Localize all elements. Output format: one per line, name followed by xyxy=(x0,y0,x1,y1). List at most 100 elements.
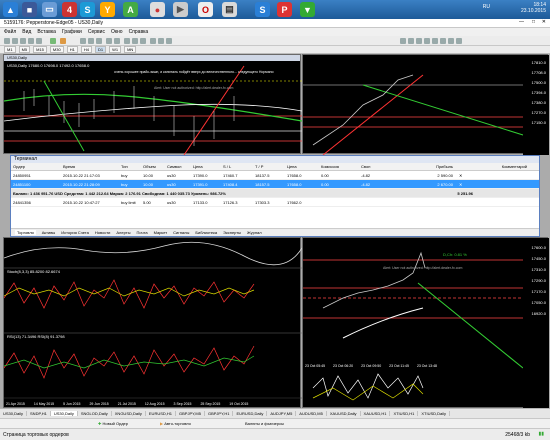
periods-icon[interactable] xyxy=(158,38,164,44)
skype-icon[interactable]: S xyxy=(255,2,270,17)
candles-icon[interactable] xyxy=(88,38,94,44)
col-tp[interactable]: T / P xyxy=(253,164,285,169)
col-commission[interactable]: Комиссия xyxy=(319,164,359,169)
chart-tab[interactable]: GBPJPY,M5 xyxy=(176,411,205,416)
chart-tab[interactable]: GBPJPY,H1 xyxy=(205,411,234,416)
chart-shift-icon[interactable] xyxy=(140,38,146,44)
skype-app-icon[interactable]: S xyxy=(80,2,95,17)
tf-h4[interactable]: H4 xyxy=(80,46,92,53)
mt4-app-icon[interactable]: 4 xyxy=(62,2,77,17)
yandex-browser-icon[interactable]: Y xyxy=(100,2,115,17)
terminal-icon[interactable] xyxy=(36,38,42,44)
chart-window-indicators[interactable]: Stoch(8,3,3) 85.8200 82.6674 RSI(13) 71.… xyxy=(3,237,303,409)
chart-tab[interactable]: EURUSD,H1 xyxy=(146,411,177,416)
tf-m15[interactable]: M15 xyxy=(33,46,47,53)
maximize-button[interactable]: □ xyxy=(532,19,535,25)
close-button[interactable]: ✕ xyxy=(542,19,546,25)
symbols-button[interactable]: Валюты и фьючерсы xyxy=(245,421,284,426)
profiles-icon[interactable] xyxy=(12,38,18,44)
hline-icon[interactable] xyxy=(416,38,422,44)
col-current-price[interactable]: Цена xyxy=(285,164,319,169)
bar-chart-icon[interactable] xyxy=(80,38,86,44)
order-row-selected[interactable]: 24851100 2015.10.22 21:28:09 buy 10.00 u… xyxy=(11,180,539,189)
col-symbol[interactable]: Символ xyxy=(165,164,191,169)
menu-tools[interactable]: Сервис xyxy=(88,29,105,35)
tab-trade[interactable]: Торговля xyxy=(15,230,36,235)
terminal-window[interactable]: Терминал Ордер Время Тип Объем Символ Це… xyxy=(10,155,540,237)
opera-icon[interactable]: O xyxy=(198,2,213,17)
chart-tab[interactable]: AUDUSD,M5 xyxy=(296,411,327,416)
terminal-window-icon[interactable]: ▤ xyxy=(222,2,237,17)
windows-explorer-icon[interactable]: ■ xyxy=(22,2,37,17)
new-order-icon[interactable] xyxy=(50,38,56,44)
new-chart-icon[interactable] xyxy=(4,38,10,44)
terminal-app-icon[interactable]: ▲ xyxy=(3,2,18,17)
col-sl[interactable]: S / L xyxy=(221,164,253,169)
video-app-icon[interactable]: ▶ xyxy=(173,2,188,17)
tab-experts[interactable]: Эксперты xyxy=(223,230,241,235)
templates-icon[interactable] xyxy=(166,38,172,44)
monitor-icon[interactable]: ▭ xyxy=(42,2,57,17)
autoscroll-icon[interactable] xyxy=(132,38,138,44)
minimize-button[interactable]: — xyxy=(519,19,524,25)
tf-m5[interactable]: M5 xyxy=(18,46,31,53)
tab-signals[interactable]: Сигналы xyxy=(173,230,189,235)
indicators-icon[interactable] xyxy=(150,38,156,44)
tab-market[interactable]: Маркет xyxy=(154,230,168,235)
tf-d1[interactable]: D1 xyxy=(94,46,107,53)
p-app-icon[interactable]: P xyxy=(277,2,292,17)
chart-window-right-top[interactable]: 17810.0 17708.0 17500.0 17394.0 17380.0 … xyxy=(302,54,549,156)
tf-w1[interactable]: W1 xyxy=(109,46,122,53)
price-chart-canvas-right[interactable] xyxy=(303,55,549,156)
chart-window-right-bottom[interactable]: D,Ch: 0.81 % Alert: User not authorized:… xyxy=(302,237,549,409)
zoom-in-icon[interactable] xyxy=(106,38,112,44)
tab-mailbox[interactable]: Почта xyxy=(136,230,147,235)
menu-window[interactable]: Окно xyxy=(111,29,123,35)
col-price[interactable]: Цена xyxy=(191,164,221,169)
col-volume[interactable]: Объем xyxy=(141,164,165,169)
col-order[interactable]: Ордер xyxy=(11,164,61,169)
trendline-icon[interactable] xyxy=(408,38,414,44)
tf-m30[interactable]: M30 xyxy=(49,46,64,53)
chart-tab[interactable]: XNGUSD,Daily xyxy=(112,411,146,416)
chart-tab[interactable]: SNDP,H1 xyxy=(27,411,51,416)
chart-window-us30-daily[interactable]: US30,Daily US30,Daily 17680.0 17698.0 17… xyxy=(3,54,302,155)
arrow-icon[interactable] xyxy=(456,38,462,44)
a-app-icon[interactable]: A xyxy=(123,2,138,17)
chart-tab[interactable]: XAUUSD,Daily xyxy=(327,411,361,416)
intraday-chart-canvas[interactable] xyxy=(303,238,549,409)
col-time[interactable]: Время xyxy=(61,164,119,169)
col-comment[interactable]: Комментарий xyxy=(457,164,527,169)
market-watch-icon[interactable] xyxy=(20,38,26,44)
chart-tab[interactable]: XTIUSD,Daily xyxy=(418,411,451,416)
vline-icon[interactable] xyxy=(424,38,430,44)
zoom-out-icon[interactable] xyxy=(114,38,120,44)
tab-library[interactable]: Библиотека xyxy=(195,230,217,235)
chart-tab-active[interactable]: US30,Daily xyxy=(50,411,78,416)
col-type[interactable]: Тип xyxy=(119,164,141,169)
indicator-chart-canvas[interactable] xyxy=(3,238,303,409)
line-chart-icon[interactable] xyxy=(96,38,102,44)
new-order-button[interactable]: ✚ Новый Ордер xyxy=(98,421,128,426)
price-chart-canvas[interactable] xyxy=(4,61,302,155)
tf-mn[interactable]: MN xyxy=(124,46,137,53)
tab-alerts[interactable]: Алерты xyxy=(116,230,130,235)
tf-m1[interactable]: M1 xyxy=(4,46,16,53)
menu-charts[interactable]: Графики xyxy=(62,29,82,35)
download-icon[interactable]: ▼ xyxy=(300,2,315,17)
chart-tab[interactable]: EURUSD,Daily xyxy=(233,411,268,416)
tile-icon[interactable] xyxy=(124,38,130,44)
tab-journal[interactable]: Журнал xyxy=(247,230,262,235)
crosshair-icon[interactable] xyxy=(400,38,406,44)
menu-file[interactable]: Файл xyxy=(4,29,16,35)
fibo-icon[interactable] xyxy=(440,38,446,44)
autotrading-icon[interactable] xyxy=(60,38,66,44)
pending-order-row[interactable]: 24841356 2015.10.22 10:47:27 buy limit 5… xyxy=(11,198,539,207)
navigator-icon[interactable] xyxy=(28,38,34,44)
tab-news[interactable]: Новости xyxy=(95,230,110,235)
tab-history[interactable]: История Счета xyxy=(61,230,89,235)
chart-tab[interactable]: AUDJPY,M5 xyxy=(267,411,297,416)
tab-exposure[interactable]: Активы xyxy=(42,230,56,235)
autotrading-button[interactable]: ▶ Авто-торговля xyxy=(160,421,191,426)
menu-help[interactable]: Справка xyxy=(129,29,149,35)
